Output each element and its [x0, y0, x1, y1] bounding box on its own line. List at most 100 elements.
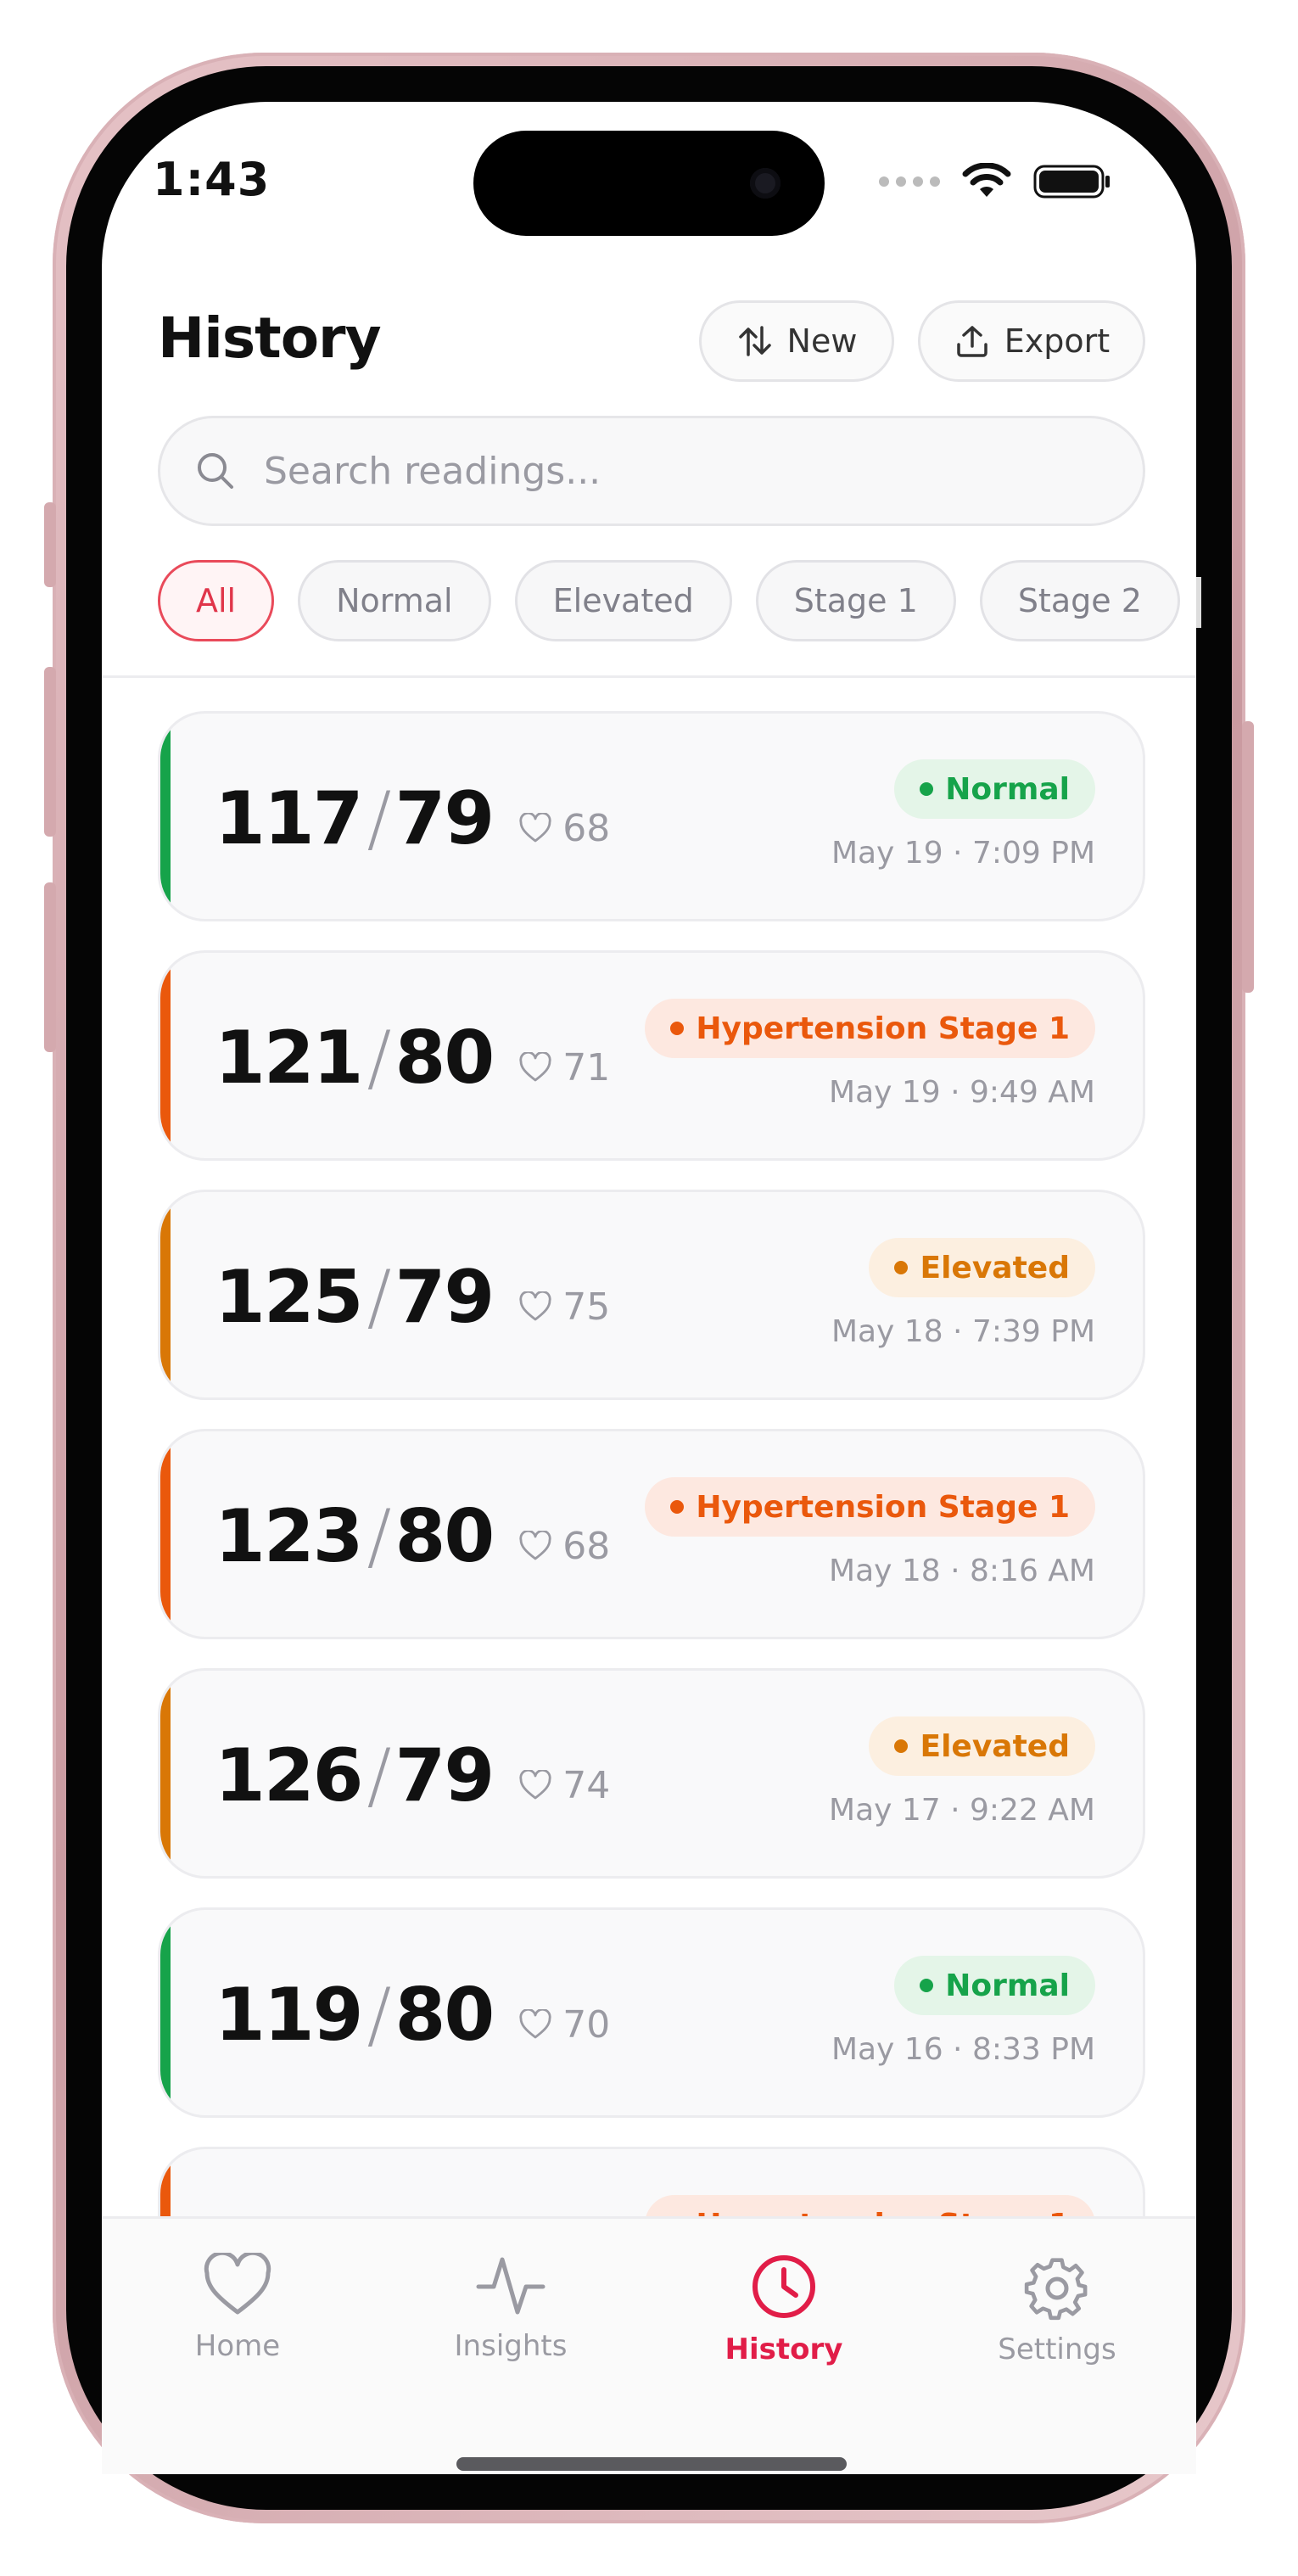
status-badge: Elevated — [869, 1238, 1095, 1297]
status-badge: Elevated — [869, 1716, 1095, 1776]
status-label: Normal — [945, 771, 1070, 807]
diastolic-value: 80 — [394, 1016, 495, 1100]
reading-card[interactable]: 123/80 68 Hypertension Stage 1 May 18 · … — [158, 1429, 1145, 1639]
pulse-value: 71 — [562, 1045, 611, 1089]
diastolic-value: 80 — [394, 1494, 495, 1579]
reading-card[interactable]: 119/80 70 Normal May 16 · 8:33 PM — [158, 1907, 1145, 2118]
front-camera — [750, 168, 780, 199]
reading-datetime: May 19 · 7:09 PM — [831, 836, 1095, 871]
pulse-reading: 75 — [518, 1285, 610, 1329]
slash-separator: / — [366, 1494, 392, 1579]
reading-datetime: May 19 · 9:49 AM — [829, 1075, 1095, 1110]
reading-card[interactable]: 125/79 75 Elevated May 18 · 7:39 PM — [158, 1190, 1145, 1400]
heart-icon — [519, 1531, 551, 1560]
search-icon — [198, 453, 233, 489]
heart-icon — [204, 2253, 271, 2315]
slash-separator: / — [366, 776, 392, 861]
heart-icon — [519, 2009, 551, 2039]
pulse-value: 70 — [562, 2002, 611, 2047]
home-indicator[interactable] — [456, 2457, 847, 2471]
cellular-signal-icon — [879, 176, 940, 187]
pulse-reading: 68 — [518, 807, 610, 850]
status-color-bar — [160, 1431, 171, 1637]
export-label: Export — [1004, 322, 1111, 360]
reading-card[interactable]: 121/80 71 Hypertension Stage 1 May 19 · … — [158, 950, 1145, 1161]
tab-settings[interactable]: Settings — [947, 2253, 1167, 2366]
filter-chip-stage-1[interactable]: Stage 1 — [755, 560, 956, 641]
systolic-value: 117 — [215, 776, 364, 861]
next-chip-edge — [1196, 577, 1201, 628]
tab-insights[interactable]: Insights — [400, 2253, 621, 2363]
filter-chips: All Normal Elevated Stage 1 Stage 2 — [158, 560, 1180, 641]
filter-chip-stage-2[interactable]: Stage 2 — [979, 560, 1180, 641]
search-bar[interactable] — [158, 416, 1145, 526]
status-color-bar — [160, 953, 171, 1158]
status-icons — [879, 163, 1111, 200]
blood-pressure-value: 125/79 75 — [215, 1255, 610, 1340]
pulse-reading: 74 — [518, 1764, 610, 1807]
reading-card[interactable]: 126/79 74 Elevated May 17 · 9:22 AM — [158, 1668, 1145, 1879]
blood-pressure-value: 121/80 71 — [215, 1016, 610, 1100]
new-label: New — [786, 322, 858, 360]
status-label: Elevated — [920, 1250, 1070, 1285]
header-divider — [102, 675, 1196, 678]
diastolic-value: 79 — [394, 1733, 495, 1818]
status-label: Normal — [945, 1968, 1070, 2003]
status-dot — [670, 1500, 685, 1514]
reading-card[interactable]: 121/81 Hypertension Stage 1 — [158, 2147, 1145, 2216]
status-badge: Normal — [894, 759, 1095, 819]
tab-settings-label: Settings — [998, 2332, 1116, 2366]
diastolic-value: 79 — [394, 1255, 495, 1340]
pulse-reading: 68 — [518, 1525, 610, 1568]
reading-datetime: May 18 · 8:16 AM — [829, 1554, 1095, 1588]
pulse-reading: 70 — [518, 2003, 610, 2047]
blood-pressure-value: 126/79 74 — [215, 1733, 610, 1818]
readings-list: 117/79 68 Normal May 19 · 7:09 PM 121/80… — [158, 711, 1145, 2216]
status-label: Hypertension Stage 1 — [696, 1011, 1070, 1046]
diastolic-value: 79 — [394, 776, 495, 861]
action-button — [44, 502, 56, 587]
tab-home-label: Home — [194, 2329, 281, 2363]
reading-datetime: May 17 · 9:22 AM — [829, 1793, 1095, 1828]
tab-history[interactable]: History — [674, 2253, 894, 2366]
systolic-value: 126 — [215, 1733, 364, 1818]
status-label: Hypertension Stage 1 — [696, 1489, 1070, 1525]
search-input[interactable] — [262, 448, 1026, 494]
status-color-bar — [160, 2149, 171, 2216]
wifi-icon — [962, 163, 1011, 197]
tab-home[interactable]: Home — [127, 2253, 348, 2363]
slash-separator: / — [366, 1016, 392, 1100]
filter-chip-elevated[interactable]: Elevated — [514, 560, 732, 641]
heart-icon — [519, 1052, 551, 1082]
pulse-value: 68 — [562, 806, 611, 850]
heart-icon — [519, 1291, 551, 1321]
status-badge: Hypertension Stage 1 — [645, 1477, 1095, 1537]
status-dot — [894, 1739, 909, 1753]
status-badge: Normal — [894, 1956, 1095, 2015]
systolic-value: 125 — [215, 1255, 364, 1340]
heart-icon — [519, 813, 551, 843]
pulse-value: 75 — [562, 1285, 611, 1329]
status-time: 1:43 — [153, 153, 271, 206]
page-title: History — [158, 305, 382, 371]
new-sort-button[interactable]: New — [699, 300, 894, 382]
export-button[interactable]: Export — [918, 300, 1145, 382]
dynamic-island — [473, 131, 825, 236]
diastolic-value: 80 — [394, 1973, 495, 2058]
tab-history-label: History — [725, 2332, 843, 2366]
tab-bar: Home Insights History Settings — [102, 2216, 1196, 2474]
volume-up-button — [44, 667, 56, 837]
systolic-value: 123 — [215, 1494, 364, 1579]
status-dot — [670, 1022, 685, 1035]
battery-icon — [1033, 165, 1110, 199]
reading-card[interactable]: 117/79 68 Normal May 19 · 7:09 PM — [158, 711, 1145, 921]
blood-pressure-value: 119/80 70 — [215, 1973, 610, 2058]
filter-chip-all[interactable]: All — [158, 560, 275, 641]
pulse-value: 74 — [562, 1763, 611, 1807]
systolic-value: 119 — [215, 1973, 364, 2058]
status-badge: Hypertension Stage 1 — [645, 999, 1095, 1058]
filter-chip-normal[interactable]: Normal — [298, 560, 491, 641]
status-dot — [894, 1261, 909, 1274]
status-color-bar — [160, 1671, 171, 1876]
gear-icon — [1024, 2258, 1088, 2321]
